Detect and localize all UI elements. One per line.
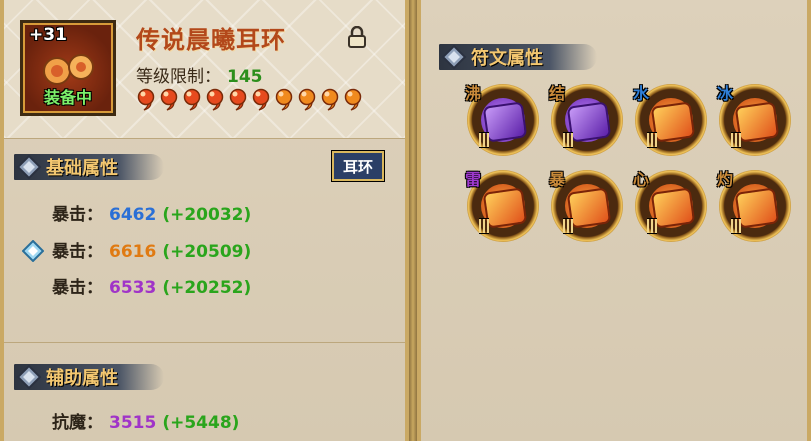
aux-attributes-header: 辅助属性 (14, 360, 164, 394)
star-icon (137, 88, 155, 111)
stat-bonus: (+20252) (162, 278, 252, 298)
rune-slot[interactable]: 水 (633, 84, 707, 156)
rune-attributes-title: 符文属性 (471, 48, 543, 69)
star-icon (229, 88, 247, 111)
stat-label: 抗魔： (52, 413, 103, 433)
rune-tier-icon (563, 132, 573, 148)
stat-value: 6616 (109, 242, 157, 262)
level-requirement: 等级限制： 145 (136, 62, 263, 87)
rune-slot[interactable]: 暴 (549, 170, 623, 242)
stat-bonus: (+5448) (162, 413, 240, 433)
stat-bonus: (+20032) (162, 205, 252, 225)
rune-tier-icon (647, 218, 657, 234)
enhance-level: +31 (29, 25, 67, 45)
item-name: 传说晨曦耳环 (136, 26, 286, 54)
star-icon (206, 88, 224, 111)
rune-tier-icon (479, 132, 489, 148)
star-icon (160, 88, 178, 111)
rune-tier-icon (479, 218, 489, 234)
rune-panel: 符文属性 沸 结 水 冰雷 暴 心 灼 (417, 0, 811, 441)
rune-tier-icon (647, 132, 657, 148)
rune-gem-icon (566, 101, 612, 143)
rune-gem-icon (734, 187, 780, 229)
diamond-icon (16, 364, 42, 390)
rune-tier-icon (563, 218, 573, 234)
rune-slot[interactable]: 雷 (465, 170, 539, 242)
rune-tag: 灼 (717, 170, 734, 189)
aux-attributes-title: 辅助属性 (46, 368, 118, 389)
lock-icon[interactable] (348, 26, 366, 48)
stat-label: 暴击： (52, 242, 103, 262)
level-label: 等级限制： (136, 67, 221, 87)
rune-gem-icon (650, 101, 696, 143)
aux-stat-row: 抗魔： 3515 (+5448) (52, 408, 239, 433)
stat-value: 6533 (109, 278, 157, 298)
basic-stat-row: 暴击： 6533 (+20252) (52, 273, 251, 298)
stat-bonus: (+20509) (162, 242, 252, 262)
panel-divider (409, 0, 417, 441)
rune-tag: 雷 (465, 170, 482, 189)
rune-slot[interactable]: 沸 (465, 84, 539, 156)
rune-tag: 心 (633, 170, 650, 189)
stat-value: 3515 (109, 413, 157, 433)
earring-icon (43, 54, 94, 85)
star-icon (321, 88, 339, 111)
divider-line (4, 342, 405, 343)
stat-label: 暴击： (52, 278, 103, 298)
rune-gem-icon (482, 187, 528, 229)
basic-stat-row: 暴击： 6462 (+20032) (52, 200, 251, 225)
diamond-icon (16, 154, 42, 180)
level-value: 145 (227, 67, 263, 87)
item-header: +31 装备中 传说晨曦耳环 等级限制： 145 (4, 0, 405, 139)
rune-tag: 暴 (549, 170, 566, 189)
rune-gem-icon (734, 101, 780, 143)
basic-stat-row: 暴击： 6616 (+20509) (52, 237, 251, 262)
rune-slot[interactable]: 灼 (717, 170, 791, 242)
rune-tier-icon (731, 132, 741, 148)
star-icon (275, 88, 293, 111)
rune-tag: 结 (549, 84, 566, 103)
rune-tag: 水 (633, 84, 650, 103)
item-slot[interactable]: +31 装备中 (20, 20, 116, 116)
selected-marker-icon (22, 240, 44, 262)
star-rating (136, 88, 363, 112)
basic-attributes-header: 基础属性 (14, 150, 164, 184)
rune-tier-icon (731, 218, 741, 234)
star-icon (298, 88, 316, 111)
rune-slot[interactable]: 结 (549, 84, 623, 156)
equipped-status: 装备中 (43, 88, 92, 107)
star-icon (183, 88, 201, 111)
diamond-icon (441, 44, 467, 70)
earring-button[interactable]: 耳环 (332, 151, 384, 181)
rune-gem-icon (650, 187, 696, 229)
stat-label: 暴击： (52, 205, 103, 225)
stat-value: 6462 (109, 205, 157, 225)
star-icon (344, 88, 362, 111)
rune-tag: 沸 (465, 84, 482, 103)
rune-slot[interactable]: 心 (633, 170, 707, 242)
item-detail-panel: +31 装备中 传说晨曦耳环 等级限制： 145 基础属性 耳环 暴击： 6462… (0, 0, 409, 441)
rune-gem-icon (566, 187, 612, 229)
basic-attributes-title: 基础属性 (46, 158, 118, 179)
rune-tag: 冰 (717, 84, 734, 103)
rune-slot[interactable]: 冰 (717, 84, 791, 156)
rune-attributes-header: 符文属性 (439, 40, 597, 74)
star-icon (252, 88, 270, 111)
rune-gem-icon (482, 101, 528, 143)
